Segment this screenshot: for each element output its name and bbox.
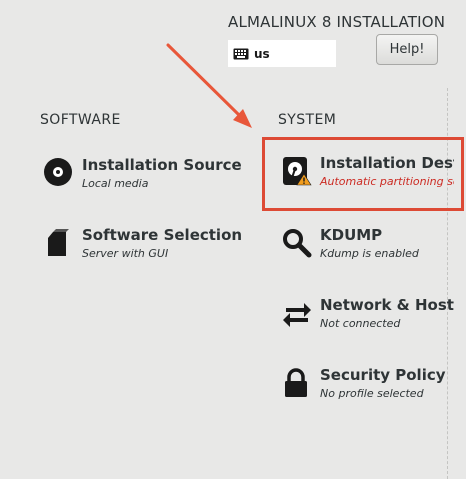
package-icon [48,229,69,256]
spoke-status: Kdump is enabled [320,247,419,260]
keyboard-icon [233,48,249,59]
keyboard-layout-label: us [254,46,270,61]
spoke-network-host-name[interactable]: Network & Host Name Not connected [282,296,454,338]
spoke-status: Local media [82,177,149,190]
system-heading: SYSTEM [278,112,337,128]
spoke-title: Network & Host Name [320,296,454,314]
lock-icon [285,368,307,397]
spoke-status: No profile selected [320,387,424,400]
spoke-title: Security Policy [320,366,446,384]
spoke-software-selection[interactable]: Software Selection Server with GUI [44,226,244,268]
spoke-kdump[interactable]: KDUMP Kdump is enabled [282,226,454,268]
spoke-title: KDUMP [320,226,383,244]
keyboard-layout-indicator[interactable]: us [228,40,336,67]
spoke-title: Software Selection [82,226,243,244]
software-heading: SOFTWARE [40,112,121,128]
spoke-title: Installation Source [82,156,242,174]
network-arrows-icon [283,303,311,327]
disc-icon [44,158,72,186]
spoke-status: Server with GUI [82,247,169,260]
installation-title: ALMALINUX 8 INSTALLATION [228,13,446,31]
magnifier-icon [283,229,312,258]
highlight-box [262,137,464,211]
spoke-status: Not connected [320,317,401,330]
spoke-installation-source[interactable]: Installation Source Local media [44,156,244,198]
help-button[interactable]: Help! [376,34,438,65]
spoke-security-policy[interactable]: Security Policy No profile selected [282,366,454,408]
